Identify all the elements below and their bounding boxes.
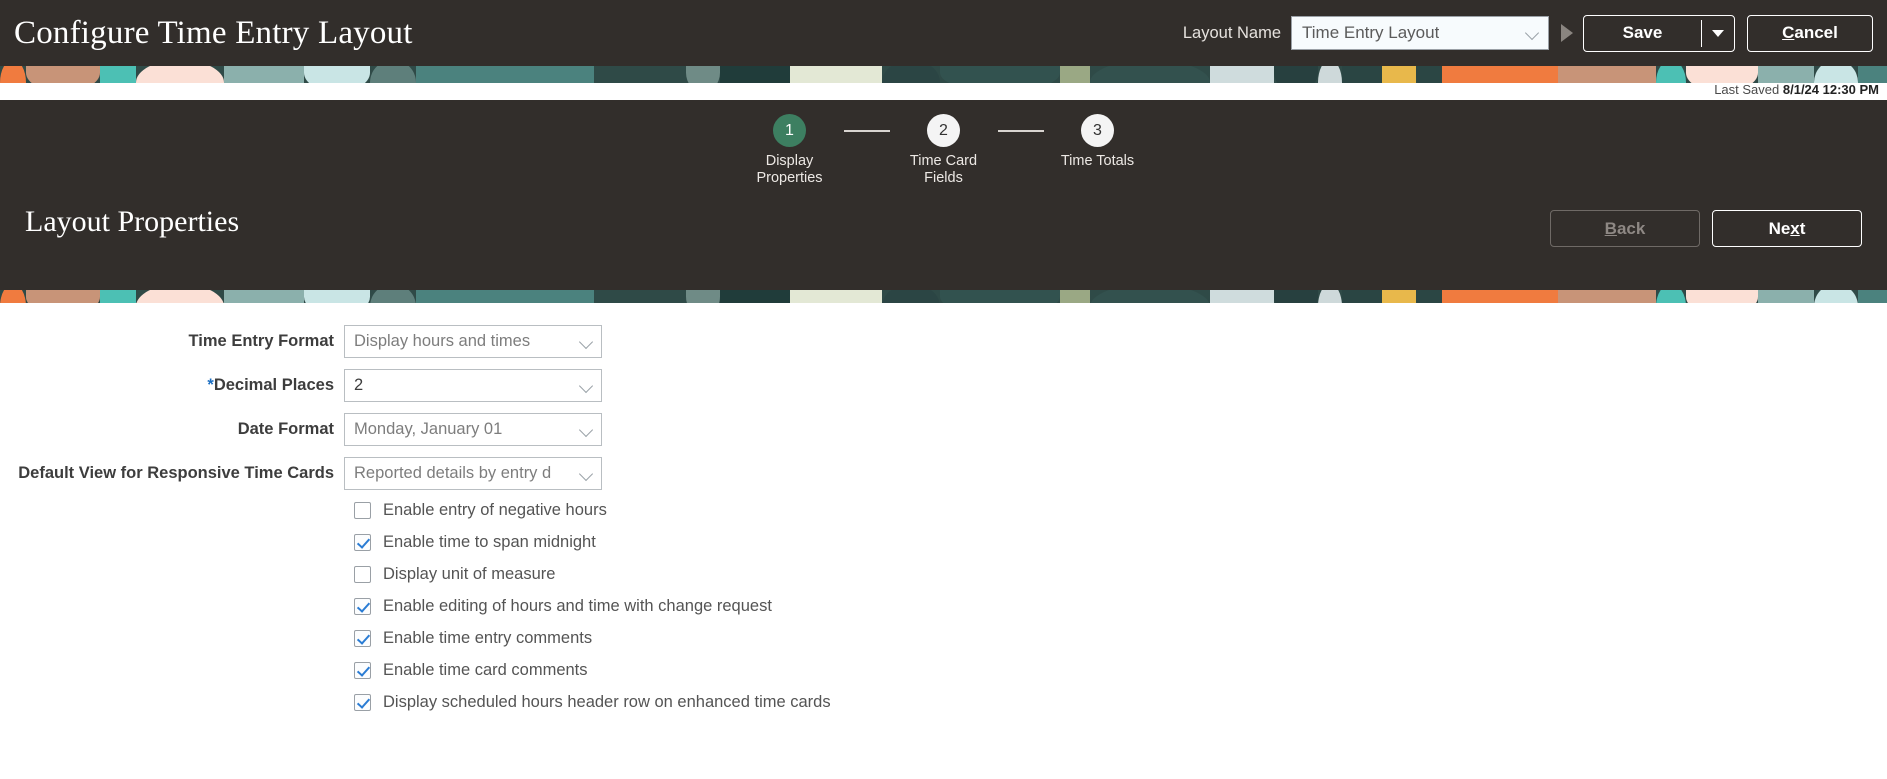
checkbox-label: Enable entry of negative hours [383, 501, 607, 519]
checkbox-row[interactable]: Display unit of measure [0, 565, 1887, 584]
app-header: Configure Time Entry Layout Layout Name … [0, 0, 1887, 66]
wizard-step-number: 2 [927, 114, 960, 147]
next-rest: t [1799, 218, 1806, 238]
field-label: Default View for Responsive Time Cards [0, 464, 344, 483]
field-value: Display hours and times [354, 332, 531, 350]
wizard-train: 1 Display Properties 2 Time Card Fields 3 Time … [0, 114, 1887, 187]
checkbox-row[interactable]: Enable entry of negative hours [0, 501, 1887, 520]
checkbox-label: Enable editing of hours and time with ch… [383, 597, 772, 615]
abstract-pattern-band-top [0, 66, 1887, 83]
save-dropdown-toggle[interactable] [1702, 16, 1734, 51]
checkbox-checked-icon[interactable] [354, 694, 371, 711]
wizard-step-label: Time Card Fields [909, 153, 978, 186]
field-label-text: Default View for Responsive Time Cards [18, 464, 334, 482]
chevron-down-icon [580, 379, 594, 393]
save-button[interactable]: Save [1583, 14, 1735, 52]
back-button[interactable]: Back [1550, 210, 1700, 247]
field-value: 2 [354, 376, 364, 394]
chevron-down-icon [580, 335, 594, 349]
form-field-rows: Time Entry Format Display hours and times… [0, 325, 1887, 490]
last-saved-value: 8/1/24 12:30 PM [1782, 82, 1879, 97]
cancel-button[interactable]: Cancel [1747, 14, 1873, 52]
field-value: Reported details by entry d [354, 464, 552, 482]
back-accel: B [1604, 218, 1617, 238]
next-button[interactable]: Ne x t [1712, 210, 1862, 247]
checkbox-checked-icon[interactable] [354, 662, 371, 679]
wizard-step-2[interactable]: 2 Time Card Fields [890, 114, 998, 187]
field-label-text: Decimal Places [213, 376, 334, 394]
chevron-down-icon [1526, 26, 1540, 40]
field-label-text: Date Format [237, 420, 334, 438]
section-title: Layout Properties [25, 205, 240, 238]
field-select[interactable]: Display hours and times [344, 325, 602, 358]
field-label: *Decimal Places [0, 376, 344, 395]
checkbox-checked-icon[interactable] [354, 630, 371, 647]
cancel-accel: C [1782, 23, 1795, 42]
checkbox-label: Enable time card comments [383, 661, 588, 679]
layout-name-value: Time Entry Layout [1302, 23, 1440, 42]
wizard-nav-buttons: Back Ne x t [1550, 210, 1862, 247]
checkbox-label: Enable time to span midnight [383, 533, 596, 551]
checkbox-unchecked-icon[interactable] [354, 566, 371, 583]
layout-properties-form: Time Entry Format Display hours and times… [0, 303, 1887, 725]
field-label: Date Format [0, 420, 344, 439]
last-saved-status: Last Saved 8/1/24 12:30 PM [1714, 82, 1879, 97]
layout-name-select[interactable]: Time Entry Layout [1291, 16, 1549, 50]
field-select[interactable]: Reported details by entry d [344, 457, 602, 490]
save-button-label: Save [1622, 23, 1663, 42]
wizard-step-label: Display Properties [756, 153, 823, 186]
wizard-step-1[interactable]: 1 Display Properties [736, 114, 844, 187]
form-row: Date Format Monday, January 01 [0, 413, 1887, 446]
field-value: Monday, January 01 [354, 420, 503, 438]
cancel-rest: ancel [1794, 23, 1838, 42]
layout-name-label: Layout Name [1182, 23, 1281, 42]
wizard-step-3[interactable]: 3 Time Totals [1044, 114, 1152, 170]
chevron-down-icon [580, 423, 594, 437]
form-row: Time Entry Format Display hours and times [0, 325, 1887, 358]
caret-down-icon [1712, 29, 1724, 37]
checkbox-label: Enable time entry comments [383, 629, 593, 647]
wizard-connector [843, 130, 890, 132]
play-arrow-icon[interactable] [1561, 24, 1573, 42]
checkbox-checked-icon[interactable] [354, 534, 371, 551]
checkbox-row[interactable]: Enable time entry comments [0, 629, 1887, 648]
next-accel: x [1790, 218, 1800, 238]
form-row: Default View for Responsive Time Cards Re… [0, 457, 1887, 490]
wizard-step-number: 3 [1081, 114, 1114, 147]
last-saved-label: Last Saved [1714, 82, 1780, 97]
form-row: *Decimal Places 2 [0, 369, 1887, 402]
checkbox-label: Display unit of measure [383, 565, 556, 583]
field-select[interactable]: Monday, January 01 [344, 413, 602, 446]
next-accel-pre: Ne [1768, 218, 1791, 238]
form-checkbox-rows: Enable entry of negative hours Enable tim… [0, 501, 1887, 712]
wizard-step-number: 1 [773, 114, 806, 147]
checkbox-label: Display scheduled hours header row on en… [383, 693, 831, 711]
checkbox-row[interactable]: Enable time card comments [0, 661, 1887, 680]
field-label-text: Time Entry Format [188, 332, 334, 350]
back-rest: ack [1616, 218, 1646, 238]
field-label: Time Entry Format [0, 332, 344, 351]
checkbox-row[interactable]: Enable time to span midnight [0, 533, 1887, 552]
wizard-step-label: Time Totals [1060, 153, 1135, 169]
checkbox-checked-icon[interactable] [354, 598, 371, 615]
field-select[interactable]: 2 [344, 369, 602, 402]
abstract-pattern-band-bottom [0, 290, 1887, 303]
page-title: Configure Time Entry Layout [14, 14, 413, 51]
header-actions: Layout Name Time Entry Layout Save Cance… [1182, 14, 1873, 52]
checkbox-row[interactable]: Enable editing of hours and time with ch… [0, 597, 1887, 616]
wizard-panel: 1 Display Properties 2 Time Card Fields 3 Time … [0, 100, 1887, 290]
checkbox-unchecked-icon[interactable] [354, 502, 371, 519]
chevron-down-icon [580, 467, 594, 481]
wizard-connector [997, 130, 1044, 132]
checkbox-row[interactable]: Display scheduled hours header row on en… [0, 693, 1887, 712]
